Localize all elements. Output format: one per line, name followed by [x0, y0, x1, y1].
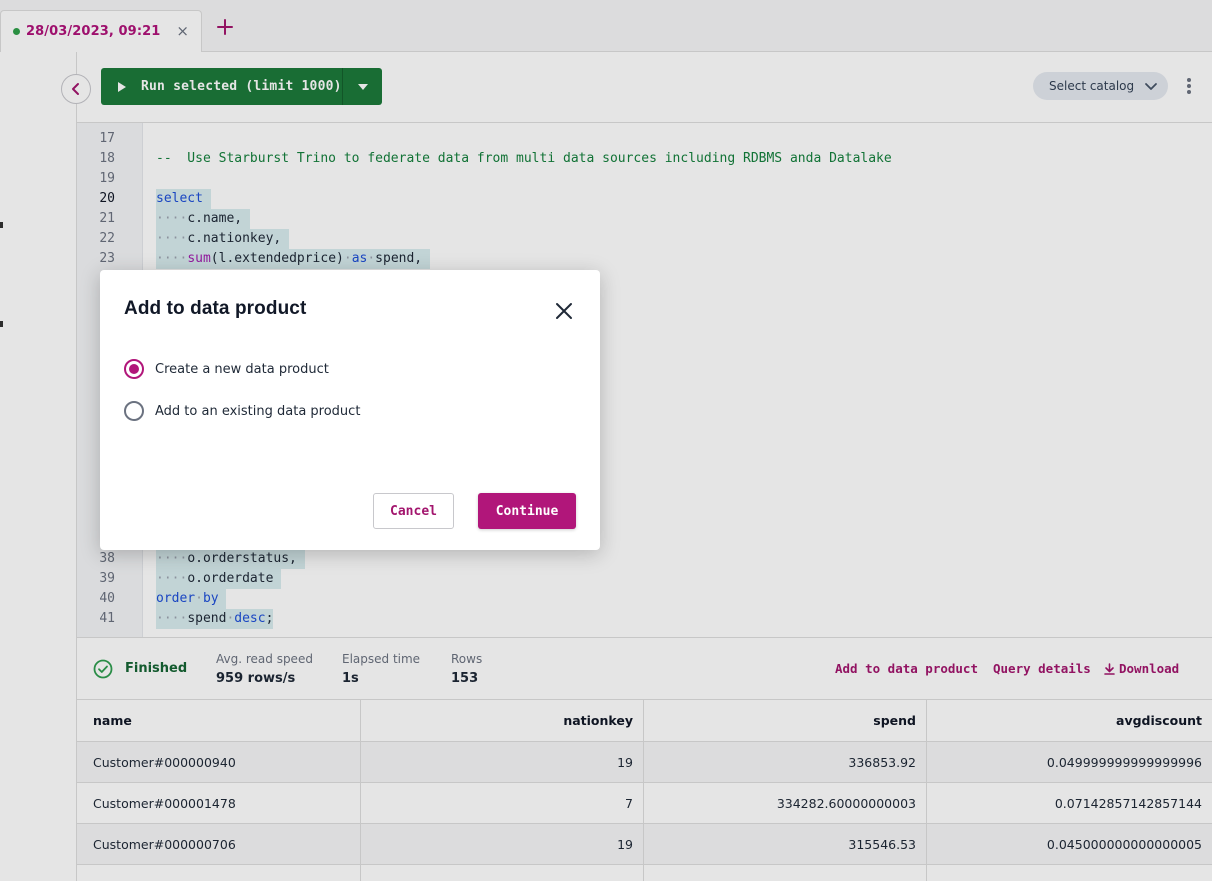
option-create-new[interactable]: Create a new data product — [124, 359, 329, 379]
continue-button[interactable]: Continue — [478, 493, 576, 529]
radio-add-existing[interactable] — [124, 401, 144, 421]
radio-create-new[interactable] — [124, 359, 144, 379]
add-to-data-product-dialog: Add to data product Create a new data pr… — [100, 270, 600, 550]
close-icon[interactable] — [554, 301, 574, 321]
option-label: Add to an existing data product — [155, 403, 361, 419]
dialog-title: Add to data product — [124, 298, 307, 319]
cancel-button[interactable]: Cancel — [373, 493, 454, 529]
option-add-existing[interactable]: Add to an existing data product — [124, 401, 360, 421]
option-label: Create a new data product — [155, 361, 329, 377]
